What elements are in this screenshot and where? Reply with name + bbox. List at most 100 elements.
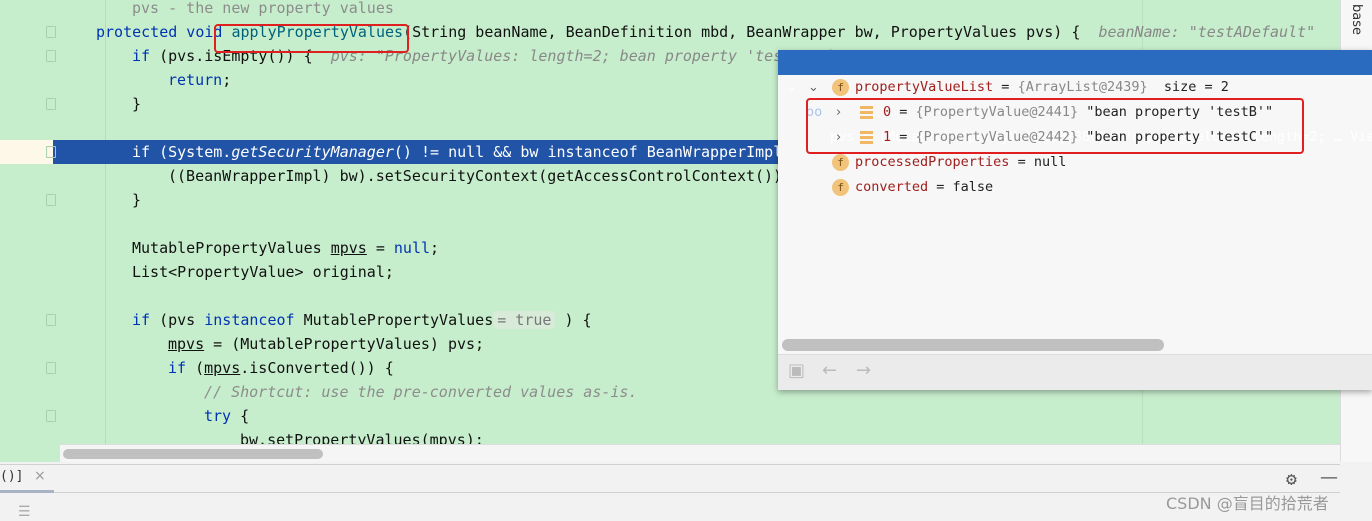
fold-marker-icon[interactable] (46, 362, 56, 374)
gutter[interactable] (0, 380, 53, 404)
code-line[interactable]: pvs - the new property values (0, 0, 1340, 20)
code-token: (String beanName, BeanDefinition mbd, Be… (403, 23, 1099, 41)
editor-horizontal-scrollbar[interactable] (60, 444, 1340, 462)
fold-marker-icon[interactable] (46, 50, 56, 62)
debug-variable-popup: ⌄ oo pvs = {MutablePropertyValues@2386} … (778, 50, 1372, 390)
field-icon: f (832, 179, 849, 196)
code-token: = true (493, 311, 556, 329)
code-token: getSecurityManager (231, 143, 394, 161)
row-value: size = 2 (1147, 79, 1229, 95)
code-line[interactable]: try { (0, 404, 1340, 428)
code-token: null (448, 143, 485, 161)
row-name: propertyValueList (855, 79, 994, 95)
gutter[interactable] (0, 68, 53, 92)
popup-toolbar: ▣ ← → (778, 354, 1372, 390)
row-eq: = (928, 179, 953, 195)
gutter[interactable] (0, 428, 53, 452)
popup-header-row[interactable]: ⌄ oo pvs = {MutablePropertyValues@2386} … (778, 50, 1372, 145)
fold-marker-icon[interactable] (46, 410, 56, 422)
debug-panel-tabbar: ()] × ⚙ — (0, 464, 1340, 493)
code-text: MutablePropertyValues mpvs = null; (132, 236, 439, 260)
code-token: () != (393, 143, 449, 161)
code-token: ((BeanWrapperImpl) bw).setSecurityContex… (168, 167, 792, 185)
fold-marker-icon[interactable] (46, 314, 56, 326)
gutter[interactable] (0, 164, 53, 188)
code-text: ((BeanWrapperImpl) bw).setSecurityContex… (168, 164, 791, 188)
fold-marker-icon[interactable] (46, 98, 56, 110)
code-line[interactable]: protected void applyPropertyValues(Strin… (0, 20, 1340, 44)
row-eq: = (993, 79, 1018, 95)
code-text: pvs - the new property values (132, 0, 394, 20)
minimize-icon[interactable]: — (1320, 467, 1338, 488)
code-token: try (204, 407, 241, 425)
gear-icon[interactable]: ⚙ (1286, 469, 1297, 490)
code-token: instanceof (204, 311, 304, 329)
highlight-box-list-items (806, 98, 1304, 154)
code-token: mpvs (330, 239, 367, 257)
gutter[interactable] (0, 236, 53, 260)
panel-tab[interactable]: ()] (0, 469, 23, 484)
code-text: if (System.getSecurityManager() != null … (132, 140, 809, 164)
fold-marker-icon[interactable] (46, 194, 56, 206)
code-token: protected void (96, 23, 232, 41)
row-name: converted (855, 179, 929, 195)
code-token: { (240, 407, 250, 425)
code-token: } (132, 95, 142, 113)
code-token: = (366, 239, 394, 257)
code-token: List<PropertyValue> original; (132, 263, 394, 281)
code-token: if (132, 143, 160, 161)
row-value: false (952, 179, 994, 195)
code-token: (pvs (159, 311, 205, 329)
code-token: return (168, 71, 223, 89)
gutter[interactable] (0, 284, 53, 308)
code-token: mpvs (168, 335, 205, 353)
variable-tree-row[interactable]: ⌄ f propertyValueList = {ArrayList@2439} s… (778, 75, 1372, 100)
folder-icon[interactable]: ▣ (788, 360, 805, 381)
row-value: null (1033, 154, 1067, 170)
code-token: if (132, 311, 160, 329)
code-text: List<PropertyValue> original; (132, 260, 394, 284)
row-eq: = (1009, 154, 1034, 170)
code-token: if (168, 359, 196, 377)
code-token: = (MutablePropertyValues) pvs; (204, 335, 485, 353)
close-icon[interactable]: × (34, 468, 46, 484)
code-token: if (132, 47, 160, 65)
gutter[interactable] (0, 0, 53, 20)
code-text: // Shortcut: use the pre-converted value… (204, 380, 637, 404)
code-token: pvs - the new property values (132, 0, 394, 17)
code-token: // Shortcut: use the pre-converted value… (204, 383, 638, 401)
field-icon: f (832, 154, 849, 171)
gutter[interactable] (0, 332, 53, 356)
list-icon[interactable]: ☰ (18, 504, 31, 520)
code-token: ; (430, 239, 440, 257)
database-tool-tab[interactable]: base (1349, 4, 1364, 35)
code-text: try { (204, 404, 249, 428)
gutter[interactable] (0, 116, 53, 140)
code-token: mpvs (204, 359, 241, 377)
gutter[interactable] (0, 212, 53, 236)
code-text: } (132, 92, 141, 116)
popup-horizontal-scrollbar[interactable] (782, 339, 1164, 351)
code-text: if (mpvs.isConverted()) { (168, 356, 394, 380)
field-icon: f (832, 79, 849, 96)
code-token: instanceof (547, 143, 647, 161)
chevron-down-icon[interactable]: ⌄ (808, 75, 819, 100)
fold-marker-icon[interactable] (46, 26, 56, 38)
code-token: null (393, 239, 431, 257)
back-arrow-icon[interactable]: ← (822, 360, 837, 381)
code-token: && bw (484, 143, 548, 161)
variable-tree-row[interactable]: f converted = false (778, 175, 1372, 200)
code-token: ) { (555, 311, 592, 329)
code-text: } (132, 188, 141, 212)
highlight-box-method-name (214, 24, 409, 53)
code-token: ( (195, 359, 205, 377)
row-ref: {ArrayList@2439} (1017, 79, 1148, 95)
forward-arrow-icon[interactable]: → (856, 360, 871, 381)
gutter[interactable] (0, 260, 53, 284)
code-token: MutablePropertyValues (132, 239, 331, 257)
fold-marker-icon[interactable] (46, 146, 56, 158)
code-token: } (132, 191, 142, 209)
scrollbar-thumb[interactable] (63, 449, 323, 459)
watermark: CSDN @盲目的拾荒者 (1166, 494, 1329, 513)
code-token: ; (222, 71, 232, 89)
